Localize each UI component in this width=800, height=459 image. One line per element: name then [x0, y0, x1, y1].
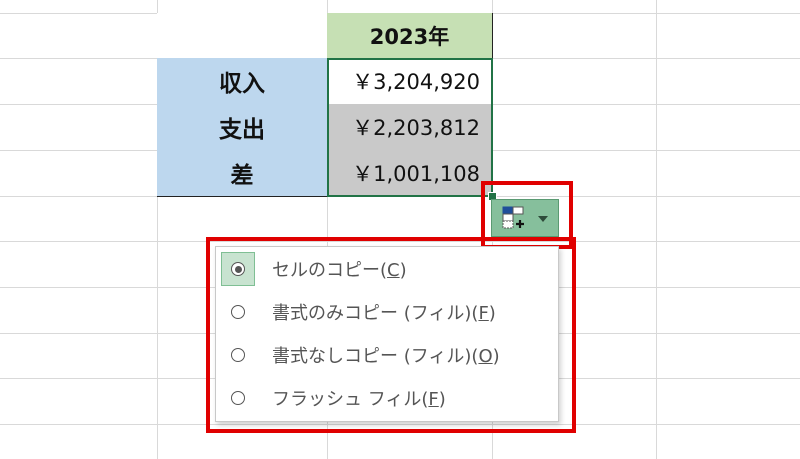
grid-line: [0, 241, 800, 242]
autofill-options-icon: [502, 206, 524, 229]
grid-line: [0, 424, 800, 425]
radio-icon[interactable]: [231, 391, 245, 405]
menu-item-close: ): [438, 389, 446, 410]
difference-label-cell[interactable]: 差: [157, 150, 328, 197]
menu-item-access-key: C: [387, 260, 400, 281]
menu-item-close: ): [399, 260, 407, 281]
menu-item-access-key: O: [478, 346, 493, 367]
menu-item-text: 書式なしコピー (フィル)(: [272, 346, 479, 367]
chevron-down-icon: [538, 216, 548, 222]
menu-item-access-key: F: [428, 389, 439, 410]
menu-item-fill-formatting-only[interactable]: 書式のみコピー (フィル)(F): [221, 292, 553, 332]
menu-item-fill-without-formatting[interactable]: 書式なしコピー (フィル)(O): [221, 335, 553, 375]
menu-item-copy-cells[interactable]: セルのコピー(C): [221, 249, 553, 289]
expense-label-cell[interactable]: 支出: [157, 104, 328, 151]
menu-item-access-key: F: [478, 303, 489, 324]
autofill-options-menu: セルのコピー(C) 書式のみコピー (フィル)(F) 書式なしコピー (フィル)…: [215, 246, 559, 422]
menu-item-label: 書式なしコピー (フィル)(O): [272, 342, 500, 368]
radio-container: [221, 295, 255, 329]
radio-selected-icon[interactable]: [231, 262, 245, 276]
radio-dot: [234, 265, 242, 273]
difference-value-cell[interactable]: ￥1,001,108: [327, 150, 493, 197]
income-label-cell[interactable]: 収入: [157, 58, 328, 105]
header-blank-cell[interactable]: [157, 13, 328, 59]
menu-item-label: 書式のみコピー (フィル)(F): [272, 299, 496, 325]
autofill-options-button[interactable]: [491, 199, 559, 237]
expense-value-cell[interactable]: ￥2,203,812: [327, 104, 493, 151]
income-value-cell[interactable]: ￥3,204,920: [327, 58, 493, 105]
radio-selected-container: [221, 252, 255, 286]
year-header-cell[interactable]: 2023年: [327, 13, 493, 59]
radio-icon[interactable]: [231, 348, 245, 362]
menu-item-close: ): [492, 346, 500, 367]
menu-item-flash-fill[interactable]: フラッシュ フィル(F): [221, 378, 553, 418]
menu-item-label: セルのコピー(C): [272, 256, 407, 282]
menu-item-text: セルのコピー(: [272, 260, 388, 281]
menu-item-text: フラッシュ フィル(: [272, 389, 429, 410]
radio-container: [221, 338, 255, 372]
menu-item-close: ): [488, 303, 496, 324]
menu-item-text: 書式のみコピー (フィル)(: [272, 303, 479, 324]
grid-line: [656, 0, 657, 459]
menu-item-label: フラッシュ フィル(F): [272, 385, 446, 411]
radio-icon[interactable]: [231, 305, 245, 319]
radio-container: [221, 381, 255, 415]
